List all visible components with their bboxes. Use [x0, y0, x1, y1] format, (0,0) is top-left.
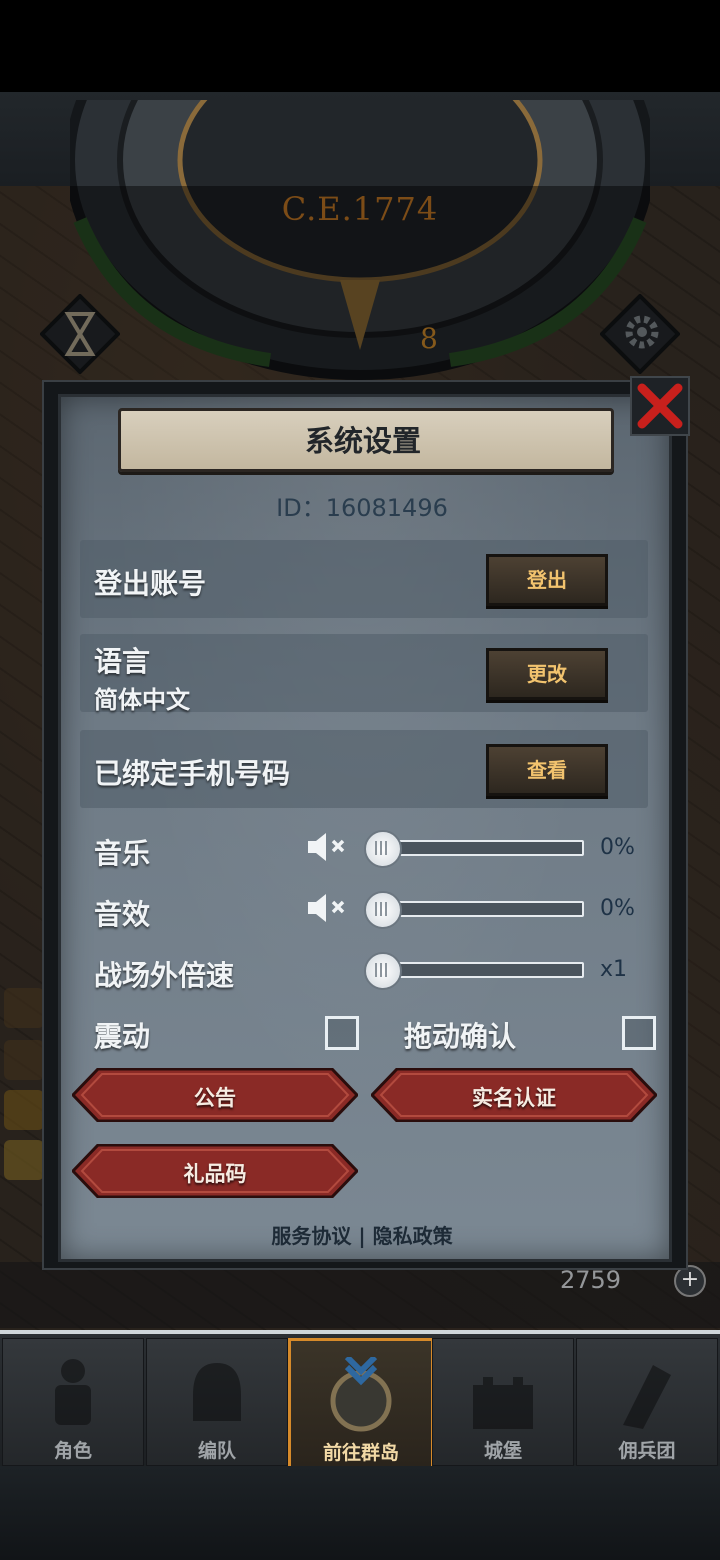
view-phone-button[interactable]: 查看 — [486, 744, 608, 796]
speed-slider-knob[interactable] — [364, 952, 402, 990]
music-slider-track[interactable] — [380, 840, 584, 856]
drag-confirm-checkbox[interactable] — [622, 1016, 656, 1050]
sfx-value: 0% — [600, 896, 635, 921]
phone-label: 已绑定手机号码 — [94, 757, 291, 790]
nav-tab-castle[interactable]: 城堡 — [432, 1338, 574, 1466]
mute-icon[interactable] — [306, 830, 352, 864]
language-label: 语言 — [94, 645, 151, 678]
music-label: 音乐 — [94, 837, 151, 870]
sfx-slider-track[interactable] — [380, 901, 584, 917]
language-value: 简体中文 — [94, 686, 190, 714]
footer-links: 服务协议 | 隐私政策 — [58, 1220, 666, 1249]
nav-tab-formation[interactable]: 编队 — [146, 1338, 288, 1466]
nav-tab-label: 编队 — [197, 1440, 236, 1462]
vibration-label: 震动 — [94, 1020, 151, 1053]
nav-tab-label: 城堡 — [483, 1440, 522, 1462]
close-icon — [637, 383, 683, 429]
service-agreement-link[interactable]: 服务协议 — [271, 1224, 351, 1248]
gift-code-button[interactable]: 礼品码 — [72, 1144, 358, 1198]
drag-confirm-label: 拖动确认 — [404, 1020, 517, 1053]
mercenary-icon — [623, 1365, 671, 1429]
castle-icon — [473, 1377, 533, 1429]
real-name-label: 实名认证 — [472, 1086, 556, 1110]
nav-tab-character[interactable]: 角色 — [2, 1338, 144, 1466]
speed-label: 战场外倍速 — [94, 959, 235, 992]
nav-tab-islands[interactable]: 前往群岛 — [288, 1338, 434, 1470]
nav-tab-label: 佣兵团 — [618, 1440, 676, 1462]
change-language-button[interactable]: 更改 — [486, 648, 608, 700]
close-button[interactable] — [630, 376, 690, 436]
dialog-title: 系统设置 — [304, 424, 421, 458]
nav-tab-label: 角色 — [53, 1440, 92, 1462]
resource-value: 2759 — [560, 1266, 622, 1294]
bottom-black-band — [0, 1466, 720, 1560]
settings-dialog-panel — [58, 394, 672, 1262]
logout-button[interactable]: 登出 — [486, 554, 608, 606]
player-id: ID：16081496 — [276, 494, 448, 522]
helmet-icon — [193, 1363, 241, 1421]
vibration-checkbox[interactable] — [325, 1016, 359, 1050]
music-slider-knob[interactable] — [364, 830, 402, 868]
knight-icon — [55, 1359, 91, 1425]
nav-tab-mercenary[interactable]: 佣兵团 — [576, 1338, 718, 1466]
real-name-button[interactable]: 实名认证 — [371, 1068, 657, 1122]
announcement-button[interactable]: 公告 — [72, 1068, 358, 1122]
privacy-policy-link[interactable]: 隐私政策 — [373, 1224, 453, 1248]
nav-tab-label: 前往群岛 — [322, 1442, 399, 1464]
compass-icon — [330, 1357, 392, 1432]
sfx-slider-knob[interactable] — [364, 891, 402, 929]
gift-code-label: 礼品码 — [183, 1162, 247, 1186]
announcement-label: 公告 — [194, 1086, 236, 1110]
sfx-label: 音效 — [94, 898, 151, 931]
music-value: 0% — [600, 835, 635, 860]
mute-icon[interactable] — [306, 891, 352, 925]
speed-value: x1 — [600, 957, 628, 982]
footer-separator: | — [358, 1224, 366, 1248]
speed-slider-track[interactable] — [380, 962, 584, 978]
top-black-band — [0, 0, 720, 92]
logout-label: 登出账号 — [94, 567, 207, 600]
